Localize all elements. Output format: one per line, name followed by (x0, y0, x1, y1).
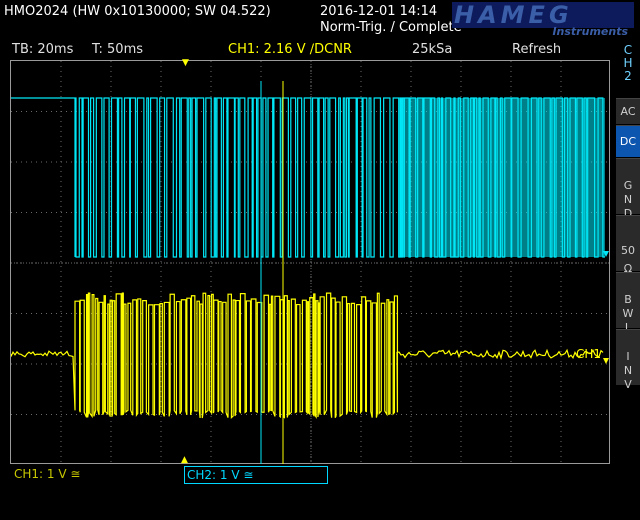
waveform-display[interactable]: 12CH1 (10, 60, 611, 465)
ch2-scale-label[interactable]: CH2: 1 V ≅ (184, 466, 328, 484)
ch2-dense-region (401, 98, 605, 257)
ch1-right-marker (603, 358, 609, 364)
ch1-trace-label: CH1 (576, 347, 601, 361)
invert-button[interactable]: I N V (616, 329, 640, 391)
sidebar-channel-label: C H 2 (623, 43, 633, 83)
datetime-label: 2016-12-01 14:14 (320, 4, 438, 19)
bandwidth-limit-button[interactable]: B W L (616, 272, 640, 334)
ch1-scale-label[interactable]: CH1: 1 V ≅ (14, 467, 80, 481)
impedance-50-button[interactable]: 50 Ω (616, 215, 640, 275)
sample-rate-label: 25kSa (412, 42, 453, 57)
header-bar: HMO2024 (HW 0x10130000; SW 04.522) 2016-… (0, 0, 640, 40)
sidebar-channel-title: C H 2 (616, 40, 640, 96)
trigger-state-label: Norm-Trig. / Complete (320, 20, 462, 35)
hameg-logo: HAMEG Instruments (452, 1, 634, 38)
coupling-ac-button[interactable]: AC (616, 98, 640, 124)
coupling-dc-button[interactable]: DC (616, 125, 640, 157)
ch1-waveform (11, 292, 604, 420)
trigger-position-marker-top: ▼ (182, 58, 189, 68)
coupling-gnd-button[interactable]: G N D (616, 158, 640, 220)
logo-subtext: Instruments (552, 25, 628, 38)
ch1-trigger-label[interactable]: CH1: 2.16 V ∕DCNR (228, 42, 352, 57)
device-model-label: HMO2024 (HW 0x10130000; SW 04.522) (4, 4, 271, 19)
status-info-bar: TB: 20ms T: 50ms CH1: 2.16 V ∕DCNR 25kSa… (0, 40, 616, 60)
waveform-canvas: 12CH1 (11, 61, 611, 465)
acquisition-mode-label[interactable]: Refresh (512, 42, 561, 57)
trigger-time-label[interactable]: T: 50ms (92, 42, 143, 57)
timebase-label[interactable]: TB: 20ms (12, 42, 73, 57)
channel-sidebar: C H 2 AC DC G N D 50 Ω B W L I N V (616, 40, 640, 450)
channel-scale-bar: CH1: 1 V ≅ CH2: 1 V ≅ (0, 464, 640, 520)
